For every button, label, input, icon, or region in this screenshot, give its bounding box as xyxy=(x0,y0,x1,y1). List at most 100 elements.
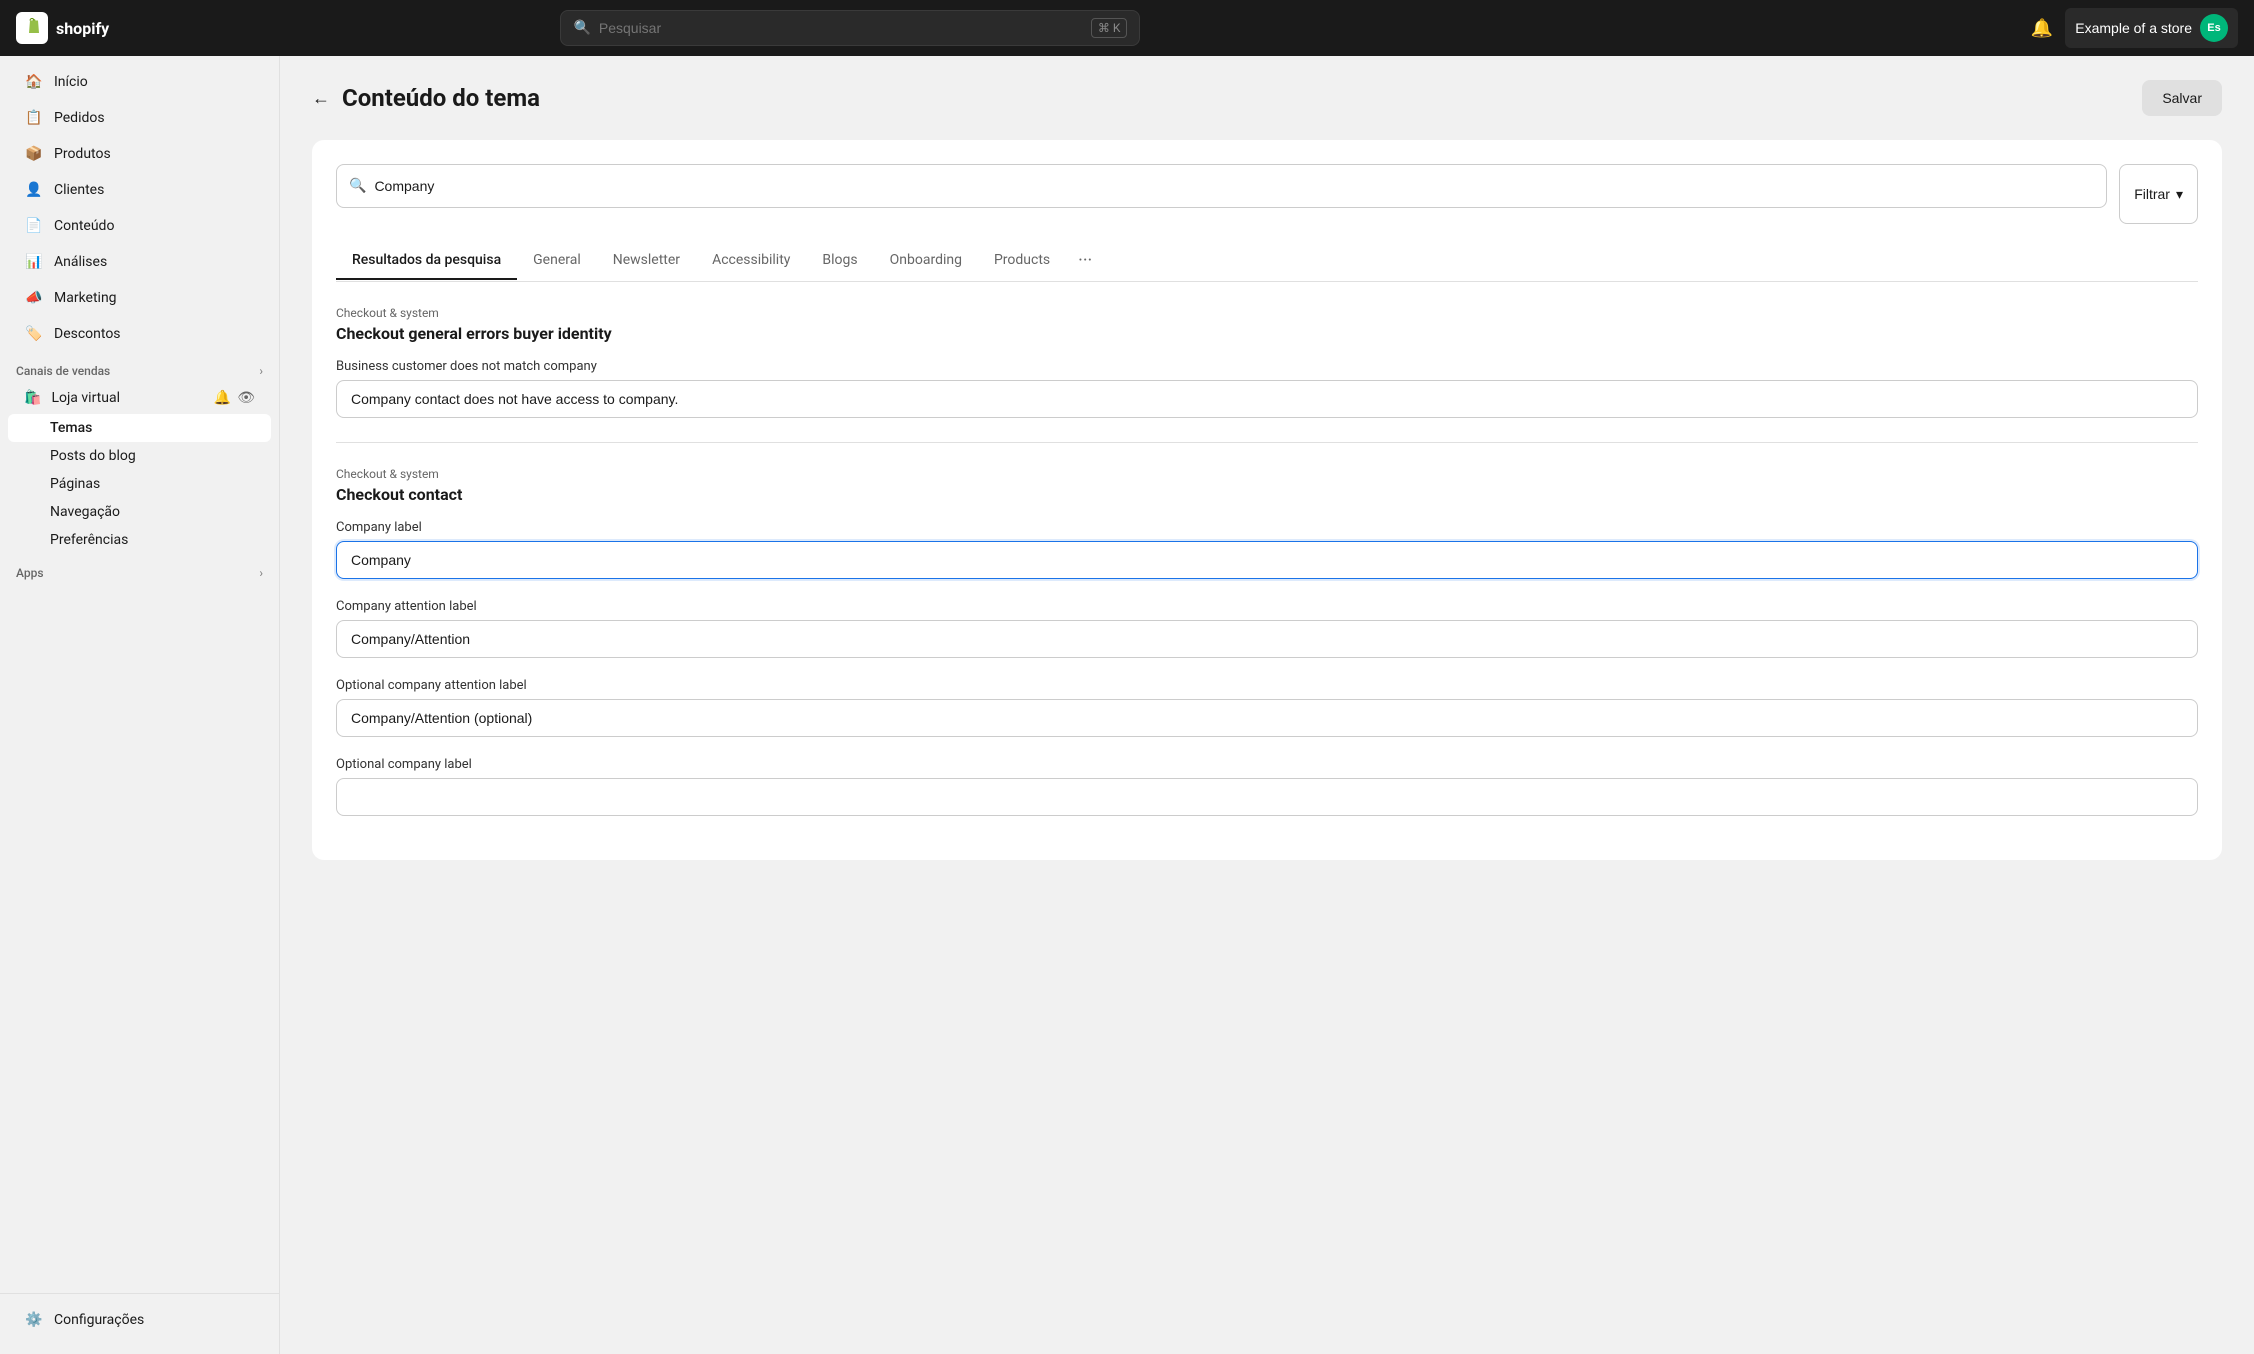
sidebar-item-posts[interactable]: Posts do blog xyxy=(8,442,271,470)
search-input[interactable] xyxy=(599,20,1083,36)
sidebar-item-pedidos[interactable]: 📋 Pedidos xyxy=(8,100,271,136)
sidebar-bottom: ⚙️ Configurações xyxy=(0,1293,279,1346)
back-button[interactable]: ← xyxy=(312,88,330,109)
page-header: ← Conteúdo do tema Salvar xyxy=(312,80,2222,116)
divider-1 xyxy=(336,442,2198,443)
avatar: Es xyxy=(2200,14,2228,42)
content-panel: 🔍 Filtrar ▾ Resultados da pesquisa Gener… xyxy=(312,140,2222,860)
chevron-icon: › xyxy=(259,364,263,378)
sidebar-item-loja-virtual[interactable]: 🛍️ Loja virtual 🔔 👁 xyxy=(8,382,271,414)
tabs: Resultados da pesquisa General Newslette… xyxy=(336,240,2198,282)
section-checkout-errors: Checkout & system Checkout general error… xyxy=(336,306,2198,418)
logo-text: shopify xyxy=(56,19,109,38)
apps-section: Apps › xyxy=(0,554,279,584)
sidebar-item-temas[interactable]: Temas xyxy=(8,414,271,442)
field-input-optional-company-attention[interactable] xyxy=(336,699,2198,737)
save-button[interactable]: Salvar xyxy=(2142,80,2222,116)
field-input-business-customer[interactable] xyxy=(336,380,2198,418)
sidebar-item-preferencias[interactable]: Preferências xyxy=(8,526,271,554)
content-search-input[interactable] xyxy=(374,178,2094,194)
settings-icon: ⚙️ xyxy=(24,1310,44,1330)
topbar: shopify 🔍 ⌘ K 🔔 Example of a store Es xyxy=(0,0,2254,56)
field-input-optional-company-label[interactable] xyxy=(336,778,2198,816)
filter-chevron-icon: ▾ xyxy=(2176,186,2183,203)
sidebar-item-conteudo[interactable]: 📄 Conteúdo xyxy=(8,208,271,244)
store-button[interactable]: Example of a store Es xyxy=(2065,8,2238,48)
sidebar-item-label: Análises xyxy=(54,254,107,270)
tab-general[interactable]: General xyxy=(517,242,597,280)
virtual-store-icon: 🛍️ xyxy=(24,390,41,406)
section-2-title: Checkout contact xyxy=(336,485,2198,504)
search-bar[interactable]: 🔍 ⌘ K xyxy=(560,10,1140,46)
sidebar-item-label: Descontos xyxy=(54,326,121,342)
logo[interactable]: shopify xyxy=(16,12,109,44)
tab-newsletter[interactable]: Newsletter xyxy=(597,242,696,280)
tab-onboarding[interactable]: Onboarding xyxy=(874,242,978,280)
store-name: Example of a store xyxy=(2075,20,2192,36)
field-label-company-attention: Company attention label xyxy=(336,599,2198,614)
notifications-button[interactable]: 🔔 xyxy=(2031,18,2053,39)
field-group-company-attention: Company attention label xyxy=(336,599,2198,658)
bell-small-icon[interactable]: 🔔 xyxy=(214,390,231,406)
search-filter-row: 🔍 Filtrar ▾ xyxy=(336,164,2198,224)
home-icon: 🏠 xyxy=(24,72,44,92)
sidebar-item-label: Produtos xyxy=(54,146,111,162)
section-2-label: Checkout & system xyxy=(336,467,2198,481)
tab-blogs[interactable]: Blogs xyxy=(806,242,873,280)
analytics-icon: 📊 xyxy=(24,252,44,272)
tab-accessibility[interactable]: Accessibility xyxy=(696,242,806,280)
topbar-right: 🔔 Example of a store Es xyxy=(2031,8,2238,48)
field-input-company-attention[interactable] xyxy=(336,620,2198,658)
sidebar-item-label: Clientes xyxy=(54,182,104,198)
sidebar-item-configuracoes[interactable]: ⚙️ Configurações xyxy=(8,1302,271,1338)
sidebar-item-analises[interactable]: 📊 Análises xyxy=(8,244,271,280)
section-1-label: Checkout & system xyxy=(336,306,2198,320)
sidebar-item-label: Pedidos xyxy=(54,110,105,126)
virtual-store-actions: 🔔 👁 xyxy=(214,390,255,406)
sidebar-item-clientes[interactable]: 👤 Clientes xyxy=(8,172,271,208)
eye-icon[interactable]: 👁 xyxy=(237,390,255,406)
configuracoes-label: Configurações xyxy=(54,1312,144,1328)
content-search-icon: 🔍 xyxy=(349,178,366,194)
tab-results[interactable]: Resultados da pesquisa xyxy=(336,242,517,280)
virtual-store-label: Loja virtual xyxy=(51,390,120,406)
sidebar-item-produtos[interactable]: 📦 Produtos xyxy=(8,136,271,172)
field-label-optional-company-label: Optional company label xyxy=(336,757,2198,772)
page-title: Conteúdo do tema xyxy=(342,84,2130,112)
discounts-icon: 🏷️ xyxy=(24,324,44,344)
products-icon: 📦 xyxy=(24,144,44,164)
sidebar-item-paginas[interactable]: Páginas xyxy=(8,470,271,498)
field-input-company-label[interactable] xyxy=(336,541,2198,579)
sidebar-item-descontos[interactable]: 🏷️ Descontos xyxy=(8,316,271,352)
field-label-company-label: Company label xyxy=(336,520,2198,535)
customers-icon: 👤 xyxy=(24,180,44,200)
filter-button[interactable]: Filtrar ▾ xyxy=(2119,164,2198,224)
main-content: ← Conteúdo do tema Salvar 🔍 Filtrar ▾ Re… xyxy=(280,56,2254,1354)
marketing-icon: 📣 xyxy=(24,288,44,308)
shopify-bag-icon xyxy=(16,12,48,44)
search-icon: 🔍 xyxy=(573,20,590,36)
apps-chevron-icon: › xyxy=(259,566,263,580)
sidebar-item-navegacao[interactable]: Navegação xyxy=(8,498,271,526)
field-group-optional-company-label: Optional company label xyxy=(336,757,2198,816)
field-group-business-customer: Business customer does not match company xyxy=(336,359,2198,418)
field-label-optional-company-attention: Optional company attention label xyxy=(336,678,2198,693)
content-search-bar[interactable]: 🔍 xyxy=(336,164,2107,208)
section-1-title: Checkout general errors buyer identity xyxy=(336,324,2198,343)
section-checkout-contact: Checkout & system Checkout contact Compa… xyxy=(336,467,2198,816)
field-group-optional-company-attention: Optional company attention label xyxy=(336,678,2198,737)
search-shortcut: ⌘ K xyxy=(1091,18,1128,38)
sidebar-item-label: Conteúdo xyxy=(54,218,114,234)
tab-products[interactable]: Products xyxy=(978,242,1066,280)
tab-more-button[interactable]: ··· xyxy=(1066,240,1104,281)
sidebar: 🏠 Início 📋 Pedidos 📦 Produtos 👤 Clientes… xyxy=(0,56,280,1354)
sidebar-item-label: Início xyxy=(54,74,88,90)
orders-icon: 📋 xyxy=(24,108,44,128)
content-icon: 📄 xyxy=(24,216,44,236)
sidebar-item-inicio[interactable]: 🏠 Início xyxy=(8,64,271,100)
field-group-company-label: Company label xyxy=(336,520,2198,579)
sidebar-item-label: Marketing xyxy=(54,290,117,306)
sidebar-item-marketing[interactable]: 📣 Marketing xyxy=(8,280,271,316)
field-label-business-customer: Business customer does not match company xyxy=(336,359,2198,374)
sales-channels-section: Canais de vendas › xyxy=(0,352,279,382)
